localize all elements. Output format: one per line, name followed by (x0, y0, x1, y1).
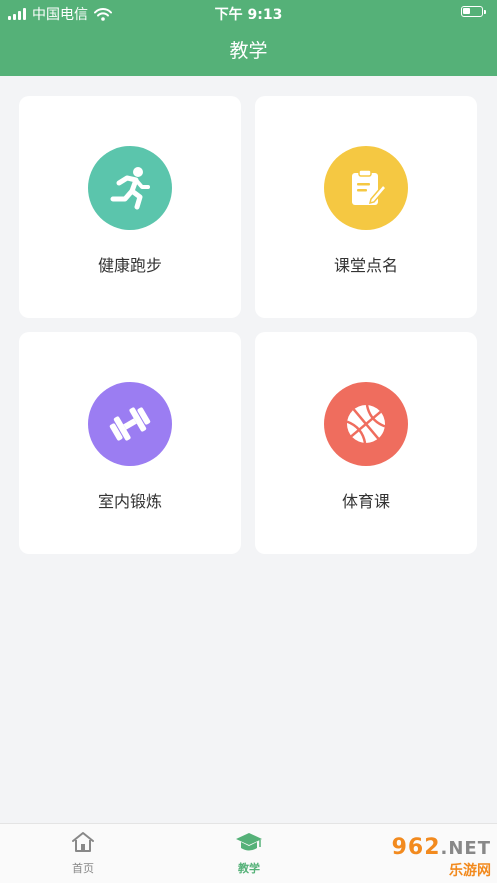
status-time: 下午 9:13 (214, 7, 283, 23)
tab-teaching-label: 教学 (238, 862, 260, 875)
watermark-brand: 962 (391, 834, 441, 860)
dumbbell-icon (109, 407, 151, 441)
card-indoor-exercise[interactable]: 室内锻炼 (19, 332, 241, 554)
rollcall-circle (324, 146, 408, 230)
card-label: 课堂点名 (333, 256, 398, 275)
card-pe-class[interactable]: 体育课 (255, 332, 477, 554)
card-label: 健康跑步 (97, 256, 162, 275)
clipboard-edit-icon (352, 169, 388, 205)
card-label: 室内锻炼 (97, 492, 162, 511)
tab-teaching[interactable]: 教学 (209, 830, 289, 876)
tab-home-label: 首页 (72, 862, 94, 875)
app-header: 中国电信 下午 9:13 教学 (0, 0, 497, 76)
watermark-logo: 962.NET 乐游网 (361, 836, 491, 880)
pe-circle (324, 382, 408, 466)
card-class-rollcall[interactable]: 课堂点名 (255, 96, 477, 318)
watermark-suffix: .NET (440, 837, 491, 859)
card-label: 体育课 (341, 492, 390, 511)
running-circle (88, 146, 172, 230)
watermark-sub: 乐游网 (449, 862, 491, 879)
exercise-circle (88, 382, 172, 466)
battery-icon (461, 6, 486, 17)
page-title: 教学 (229, 40, 268, 62)
card-healthy-running[interactable]: 健康跑步 (19, 96, 241, 318)
graduation-cap-icon (236, 833, 262, 851)
running-man-icon (110, 167, 150, 210)
tab-home[interactable]: 首页 (43, 830, 123, 876)
home-icon (72, 832, 94, 852)
basketball-icon (346, 404, 386, 444)
status-bar: 中国电信 下午 9:13 (0, 0, 497, 26)
